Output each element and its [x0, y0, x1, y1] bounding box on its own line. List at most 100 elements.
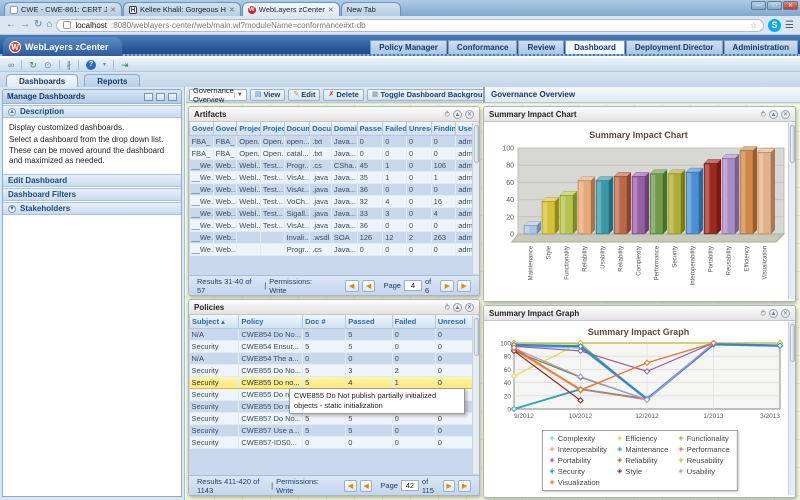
table-row[interactable]: FBA_FBA_Open...Open...open....txtJava...… — [189, 135, 479, 148]
close-icon[interactable]: ✕ — [465, 302, 474, 312]
delete-button[interactable]: ✗ Delete — [323, 88, 364, 101]
tab-close-icon[interactable]: ✕ — [328, 6, 334, 14]
last-page-button[interactable]: ▶ — [458, 479, 472, 492]
page-input[interactable] — [400, 480, 419, 491]
help-icon[interactable]: ? — [86, 59, 97, 70]
column-header[interactable]: Docum — [283, 122, 311, 136]
table-row[interactable]: Security CWE855 Do no... 5 4 1 0 — [189, 375, 479, 389]
scrollbar[interactable] — [788, 322, 795, 495]
column-header[interactable]: Failed — [391, 315, 436, 329]
tab-close-icon[interactable]: ✕ — [229, 6, 235, 14]
table-row[interactable]: N/A CWE854 Do No... 5 5 0 0 — [189, 328, 479, 341]
chart-panel-header[interactable]: Summary Impact Chart ⥁ ▲ ✕ — [484, 107, 795, 122]
column-header[interactable]: Passed — [356, 122, 384, 136]
table-row[interactable]: Security CWE857-IDS0... 0 0 0 0 — [189, 436, 479, 449]
prev-page-button[interactable]: ◀ — [361, 279, 376, 292]
back-icon[interactable]: ← — [6, 20, 16, 30]
browser-tab[interactable]: W WebLayers zCenter ✕ — [241, 2, 340, 16]
move-icon[interactable]: ⥁ — [761, 110, 766, 119]
column-header[interactable]: Projec — [259, 122, 285, 136]
filter-icon[interactable]: ∦ — [67, 60, 72, 70]
forward-icon[interactable]: → — [20, 20, 30, 30]
table-row[interactable]: __We...Web...Webl...Test...VisAt....java… — [189, 171, 479, 184]
column-header[interactable]: Projec — [236, 122, 261, 136]
close-icon[interactable]: ✕ — [465, 109, 474, 119]
column-header[interactable]: Finding — [430, 122, 457, 136]
table-row[interactable]: __We...Web...Webl...Test...VisAt....java… — [189, 183, 479, 196]
tab-dashboards[interactable]: Dashboards — [6, 74, 79, 88]
minimize-button[interactable]: — — [751, 1, 766, 10]
tab-close-icon[interactable]: ✕ — [110, 6, 116, 14]
collapse-icon[interactable]: ▲ — [769, 308, 778, 318]
move-icon[interactable]: ⥁ — [445, 110, 450, 119]
scrollbar[interactable] — [472, 123, 479, 274]
column-header[interactable]: Policy — [238, 315, 304, 329]
table-row[interactable]: Security CWE857 Do No... 5 5 0 0 — [189, 412, 479, 425]
column-header[interactable]: Unreso — [405, 122, 432, 136]
maximize-button[interactable]: □ — [767, 1, 782, 10]
edit-button[interactable]: ✎ Edit — [288, 88, 321, 101]
nav-item-policy-manager[interactable]: Policy Manager — [370, 40, 447, 54]
logout-icon[interactable]: ⇥ — [121, 60, 129, 70]
next-page-button[interactable]: ▶ — [442, 479, 456, 492]
browser-tab[interactable]: H Kellee Khalil: Gorgeous H ✕ — [123, 2, 241, 16]
collapse-icon[interactable]: ▲ — [453, 302, 462, 312]
tab-reports[interactable]: Reports — [84, 74, 141, 88]
table-row[interactable]: __We...Web...Webl...Test...Sigall....jav… — [189, 207, 479, 220]
refresh-icon[interactable]: ↻ — [34, 20, 42, 30]
help-caret-icon[interactable]: ▾ — [103, 60, 106, 70]
column-header[interactable]: Subject ▴ — [189, 315, 240, 329]
table-row[interactable]: Security CWE854 Ensur... 5 5 0 0 — [189, 340, 479, 353]
dashboard-select[interactable]: Governance Overview ▼ — [189, 86, 247, 104]
graph-panel-header[interactable]: Summary Impact Graph ⥁ ▲ ✕ — [484, 306, 795, 321]
collapse-icon[interactable]: ▲ — [769, 109, 778, 119]
last-page-button[interactable]: ▶ — [457, 279, 472, 292]
section-description[interactable]: ▲ Description — [3, 105, 181, 118]
move-icon[interactable]: ⥁ — [445, 303, 450, 312]
page-input[interactable] — [403, 280, 422, 291]
view-button[interactable]: ▤ View — [249, 88, 286, 101]
toggle-dashboard-background-button[interactable]: ▦ Toggle Dashboard Background — [366, 88, 497, 101]
policies-panel-header[interactable]: Policies ⥁ ▲ ✕ — [189, 300, 479, 315]
bookmark-star-icon[interactable]: ☆ — [750, 21, 757, 30]
print-icon[interactable] — [156, 92, 165, 101]
nav-item-deployment-director[interactable]: Deployment Director — [625, 40, 723, 54]
edit-dashboard-icon[interactable] — [168, 92, 177, 101]
artifacts-panel-header[interactable]: Artifacts ⥁ ▲ ✕ — [189, 107, 479, 122]
column-header[interactable]: Gover — [189, 122, 214, 136]
close-button[interactable]: ✕ — [783, 1, 798, 10]
scrollbar[interactable] — [472, 316, 479, 474]
expand-icon[interactable]: ▼ — [8, 204, 16, 213]
close-icon[interactable]: ✕ — [781, 308, 790, 318]
link-icon[interactable]: ∞ — [8, 60, 14, 70]
table-row[interactable]: FBA_FBA_Open...Open...catal....txtJava..… — [189, 147, 479, 160]
section-dashboard-filters[interactable]: Dashboard Filters — [3, 188, 181, 202]
section-stakeholders[interactable]: ▼ Stakeholders — [3, 202, 181, 216]
table-row[interactable]: __We...Web...Webl...Test...Progr....csCS… — [189, 159, 479, 172]
skype-extension-icon[interactable]: S — [768, 18, 782, 32]
nav-item-review[interactable]: Review — [518, 40, 565, 54]
table-row[interactable]: Security CWE855 Do No... 5 3 2 0 — [189, 364, 479, 377]
first-page-button[interactable]: ◀ — [344, 479, 357, 492]
table-row[interactable]: __We...Web...Webl...Test...VoCh....javaJ… — [189, 195, 479, 208]
save-icon[interactable] — [144, 92, 153, 101]
home-icon[interactable]: ⌂ — [46, 20, 52, 30]
move-icon[interactable]: ⥁ — [761, 309, 766, 318]
nav-item-administration[interactable]: Administration — [723, 40, 798, 54]
nav-item-dashboard[interactable]: Dashboard — [565, 40, 625, 54]
table-row[interactable]: Security CWE857 Use a... 5 5 0 0 — [189, 424, 479, 437]
nav-item-conformance[interactable]: Conformance — [447, 40, 518, 54]
scrollbar[interactable] — [788, 123, 795, 299]
table-row[interactable]: __We...Web...Invali....wsdlSOA126122263a… — [189, 231, 479, 244]
next-page-button[interactable]: ▶ — [440, 279, 455, 292]
refresh-icon[interactable]: ↻ — [29, 60, 37, 70]
section-edit-dashboard[interactable]: Edit Dashboard — [3, 174, 181, 188]
close-icon[interactable]: ✕ — [781, 109, 790, 119]
clock-icon[interactable]: ⊙ — [44, 60, 52, 70]
prev-page-button[interactable]: ◀ — [359, 479, 373, 492]
column-header[interactable]: Doc # — [302, 315, 347, 329]
table-row[interactable]: __We...Web...Webl...Test...VisAt....java… — [189, 219, 479, 232]
browser-tab[interactable]: New Tab — [340, 2, 401, 16]
url-field[interactable]: localhost:8080/weblayers-center/web/main… — [56, 18, 765, 32]
collapse-icon[interactable]: ▲ — [453, 109, 462, 119]
